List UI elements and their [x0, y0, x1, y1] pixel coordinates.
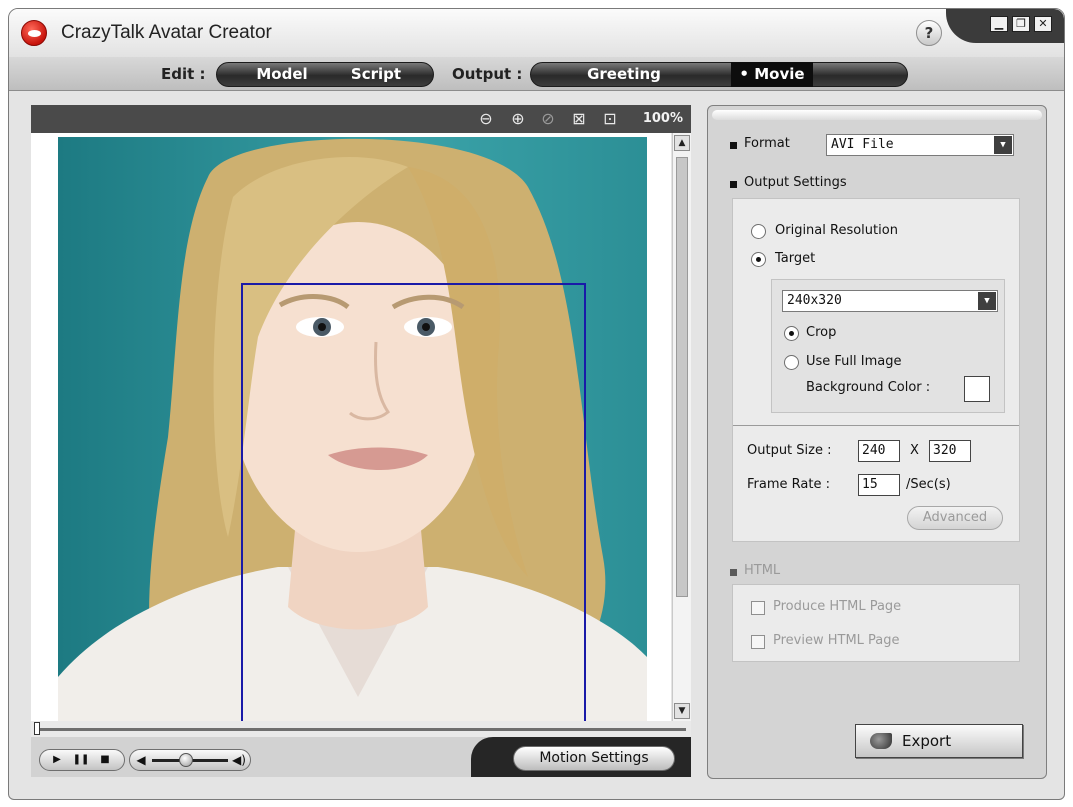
close-button[interactable]: ✕ [1034, 16, 1052, 32]
output-settings-label: Output Settings [744, 175, 847, 190]
preview-html-label: Preview HTML Page [773, 633, 900, 648]
help-button[interactable]: ? [916, 20, 942, 46]
chevron-down-icon[interactable]: ▼ [994, 136, 1012, 154]
no-icon[interactable]: ⊘ [539, 110, 557, 128]
tab-movie-label: Movie [754, 65, 805, 83]
tab-model[interactable]: Model [237, 62, 327, 87]
target-label: Target [775, 251, 816, 266]
frame-rate-unit: /Sec(s) [906, 477, 951, 492]
avatar-photo [58, 137, 647, 721]
active-tab-marker: • [739, 65, 750, 83]
actual-size-icon[interactable]: ⊡ [601, 110, 619, 128]
pause-icon[interactable]: ❚❚ [72, 753, 90, 767]
html-label: HTML [744, 563, 781, 578]
crazytalk-logo-icon [21, 20, 47, 46]
frame-rate-input[interactable]: 15 [858, 474, 900, 496]
output-settings-group: Original Resolution Target 240x320 ▼ Cro… [732, 198, 1020, 542]
chevron-down-icon[interactable]: ▼ [978, 292, 996, 310]
preview-canvas [31, 133, 671, 721]
original-resolution-label: Original Resolution [775, 223, 898, 238]
volume-slider-knob[interactable] [179, 753, 194, 767]
title-bar: CrazyTalk Avatar Creator ? ▁ ❐ ✕ [9, 9, 1064, 57]
tab-movie[interactable]: • Movie [731, 62, 813, 87]
export-icon [870, 733, 892, 749]
scroll-up-icon[interactable]: ▲ [674, 135, 690, 151]
playback-controls: ▶ ❚❚ ■ [39, 749, 125, 771]
zoom-level: 100% [642, 111, 683, 126]
background-color-swatch[interactable] [964, 376, 990, 402]
target-options-group: 240x320 ▼ Crop Use Full Image Background… [771, 279, 1005, 413]
timeline-slider[interactable] [31, 721, 691, 737]
fit-icon[interactable]: ⊠ [570, 110, 588, 128]
minimize-button[interactable]: ▁ [990, 16, 1008, 32]
format-select[interactable]: AVI File ▼ [826, 134, 1014, 156]
timeline-marker[interactable] [34, 722, 40, 735]
output-settings-panel: Format AVI File ▼ Output Settings Origin… [707, 105, 1047, 779]
background-color-label: Background Color : [806, 380, 931, 395]
bullet-icon [730, 569, 737, 576]
format-label: Format [744, 136, 790, 151]
scroll-down-icon[interactable]: ▼ [674, 703, 690, 719]
size-x-label: X [910, 443, 919, 458]
use-full-image-radio[interactable] [784, 355, 799, 370]
produce-html-checkbox[interactable] [751, 601, 765, 615]
vertical-scrollbar[interactable]: ▲ ▼ [672, 133, 691, 721]
output-label: Output : [452, 65, 523, 83]
volume-high-icon: ◀) [232, 753, 246, 767]
motion-settings-button[interactable]: Motion Settings [513, 746, 675, 771]
tab-script[interactable]: Script [331, 62, 421, 87]
face-detection-box[interactable] [241, 283, 586, 721]
frame-rate-label: Frame Rate : [747, 477, 830, 492]
output-width-input[interactable]: 240 [858, 440, 900, 462]
bullet-icon [730, 181, 737, 188]
timeline-track [36, 728, 686, 731]
stop-icon[interactable]: ■ [96, 753, 114, 767]
crop-label: Crop [806, 325, 837, 340]
advanced-button[interactable]: Advanced [907, 506, 1003, 530]
window-controls: ▁ ❐ ✕ [946, 9, 1064, 43]
play-icon[interactable]: ▶ [48, 753, 66, 767]
produce-html-label: Produce HTML Page [773, 599, 902, 614]
crop-radio[interactable] [784, 326, 799, 341]
output-height-input[interactable]: 320 [929, 440, 971, 462]
group-divider [733, 425, 1019, 426]
mode-nav-bar: Edit : Model Script Output : Greeting • … [9, 57, 1064, 91]
edit-label: Edit : [161, 65, 206, 83]
format-value: AVI File [831, 137, 894, 152]
target-size-value: 240x320 [787, 293, 842, 308]
viewer-toolbar: ⊖ ⊕ ⊘ ⊠ ⊡ 100% [31, 105, 691, 133]
target-size-select[interactable]: 240x320 ▼ [782, 290, 998, 312]
export-button[interactable]: Export [855, 724, 1023, 758]
preview-html-checkbox[interactable] [751, 635, 765, 649]
window-title: CrazyTalk Avatar Creator [61, 22, 272, 43]
original-resolution-radio[interactable] [751, 224, 766, 239]
use-full-image-label: Use Full Image [806, 354, 902, 369]
target-radio[interactable] [751, 252, 766, 267]
scrollbar-thumb[interactable] [676, 157, 688, 597]
tab-greeting[interactable]: Greeting [549, 62, 699, 87]
panel-header-bar [712, 110, 1042, 120]
volume-low-icon: ◀ [136, 753, 146, 767]
output-size-label: Output Size : [747, 443, 832, 458]
maximize-button[interactable]: ❐ [1012, 16, 1030, 32]
export-label: Export [902, 732, 952, 750]
playback-bar: ▶ ❚❚ ■ ◀ ◀) Motion Settings [31, 737, 691, 777]
zoom-out-icon[interactable]: ⊖ [477, 110, 495, 128]
html-options-group: Produce HTML Page Preview HTML Page [732, 584, 1020, 662]
app-window: CrazyTalk Avatar Creator ? ▁ ❐ ✕ Edit : … [8, 8, 1065, 800]
bullet-icon [730, 142, 737, 149]
volume-control: ◀ ◀) [129, 749, 251, 771]
zoom-in-icon[interactable]: ⊕ [509, 110, 527, 128]
